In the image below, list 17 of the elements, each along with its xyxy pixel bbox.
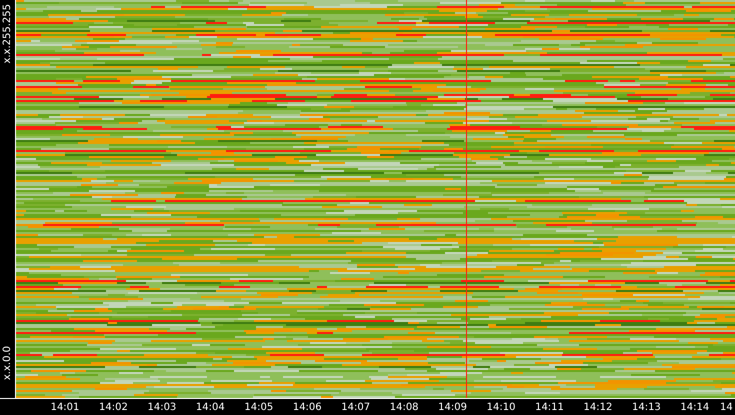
x-axis-label: 14:08 — [388, 402, 420, 413]
x-axis-label: 14:12 — [582, 402, 614, 413]
x-axis-label: 14:13 — [630, 402, 662, 413]
x-axis-label: 14:10 — [486, 402, 516, 413]
x-axis-label: 14:01 — [50, 402, 80, 413]
x-axis-label: 14 — [720, 402, 733, 413]
x-axis-label: 14:09 — [437, 402, 468, 413]
x-axis-label: 14:11 — [534, 402, 565, 413]
x-axis-label: 14:07 — [340, 402, 372, 413]
x-axis-label: 14:05 — [243, 402, 274, 413]
x-axis-label: 14:14 — [679, 402, 710, 413]
x-axis-label: 14:03 — [146, 402, 178, 413]
x-axis-label: 14:04 — [194, 402, 226, 413]
y-axis-label: x.x.255.255 — [2, 4, 13, 64]
x-axis-label: 14:02 — [98, 402, 129, 413]
y-axis-label: x.x.0.0 — [2, 346, 13, 380]
x-axis-label: 14:06 — [292, 402, 323, 413]
